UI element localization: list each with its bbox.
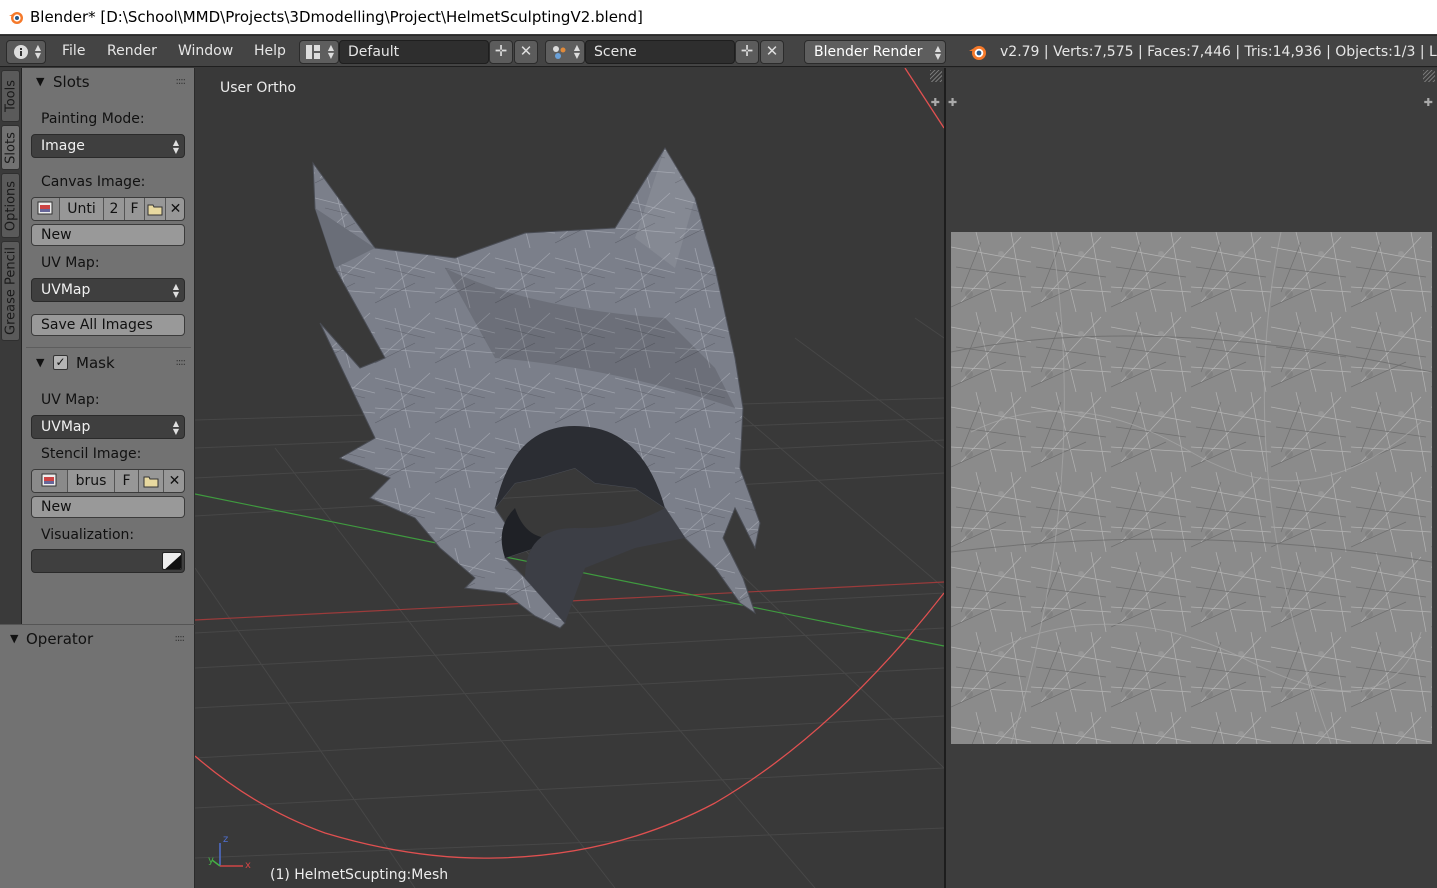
plus-expand-icon[interactable]: ✚ <box>948 96 957 109</box>
helmet-mesh[interactable] <box>312 147 761 629</box>
mask-panel-header[interactable]: ▼ ✓ Mask :::: <box>34 354 189 376</box>
open-image-icon[interactable] <box>139 470 164 492</box>
operator-panel: ▼ Operator :::: <box>0 624 195 888</box>
area-corner-grip-icon[interactable] <box>1423 70 1435 82</box>
updown-arrows-icon: ▲ ▼ <box>172 282 179 299</box>
screen-layout-name[interactable]: Default <box>339 40 489 64</box>
active-object-status: (1) HelmetScupting:Mesh <box>270 867 449 883</box>
canvas-image-selector[interactable]: Unti 2 F ✕ <box>31 197 185 221</box>
add-scene-icon[interactable]: ✛ <box>735 40 759 64</box>
texture-image[interactable] <box>951 232 1432 744</box>
window-titlebar: Blender* [D:\School\MMD\Projects\3Dmodel… <box>0 0 1437 34</box>
updown-arrows-icon: ▲ ▼ <box>172 138 179 155</box>
open-image-icon[interactable] <box>145 198 166 220</box>
canvas-new-button[interactable]: New <box>31 224 185 246</box>
axis-gizmo: z x y <box>208 834 251 871</box>
canvas-image-users[interactable]: 2 <box>104 198 125 220</box>
viewport-scene: z x y <box>195 68 944 888</box>
menu-file[interactable]: File <box>62 43 85 59</box>
drag-grip-icon[interactable]: :::: <box>176 76 187 87</box>
collapse-triangle-icon: ▼ <box>36 356 45 369</box>
axis-y-label: y <box>208 855 214 866</box>
uv-map-select[interactable]: UVMap ▲ ▼ <box>31 278 185 302</box>
slots-panel-header[interactable]: ▼ Slots :::: <box>34 73 189 95</box>
3d-viewport[interactable]: z x y User Ortho (1) HelmetScupting:Mesh… <box>195 68 944 888</box>
axis-z-label: z <box>223 834 228 845</box>
editor-type-button[interactable]: ▲ ▼ <box>6 40 46 64</box>
render-engine-label: Blender Render <box>814 44 923 60</box>
blender-logo-icon <box>9 12 23 24</box>
tool-shelf: ▼ Slots :::: Painting Mode: Image ▲ ▼ Can… <box>22 68 195 624</box>
visualization-label: Visualization: <box>41 527 135 543</box>
selection-circle <box>195 592 944 859</box>
mask-panel-title: Mask <box>76 354 115 372</box>
uv-map-label: UV Map: <box>41 255 100 271</box>
canvas-image-name[interactable]: Unti <box>60 198 104 220</box>
mask-uv-map-select[interactable]: UVMap ▲ ▼ <box>31 415 185 439</box>
uv-image-editor[interactable]: ✚ ✚ <box>946 68 1437 888</box>
painting-mode-select[interactable]: Image ▲ ▼ <box>31 134 185 158</box>
slots-panel-title: Slots <box>53 73 90 91</box>
unlink-image-icon[interactable]: ✕ <box>166 198 185 220</box>
menu-help[interactable]: Help <box>254 43 286 59</box>
info-header: ▲ ▼ File Render Window Help ▲ ▼ Default ✛ … <box>0 35 1437 67</box>
texture-scratches <box>951 232 1432 744</box>
stencil-new-button[interactable]: New <box>31 496 185 518</box>
updown-arrows-icon: ▲ ▼ <box>34 43 41 60</box>
collapse-triangle-icon: ▼ <box>36 75 45 88</box>
stencil-fake-user-button[interactable]: F <box>115 470 139 492</box>
mask-checkbox[interactable]: ✓ <box>53 355 68 370</box>
drag-grip-icon[interactable]: :::: <box>175 633 186 644</box>
unlink-image-icon[interactable]: ✕ <box>164 470 185 492</box>
view-mode-label: User Ortho <box>220 80 297 96</box>
panel-divider <box>26 347 191 348</box>
canvas-image-label: Canvas Image: <box>41 174 146 190</box>
plus-expand-icon[interactable]: ✚ <box>1424 96 1433 109</box>
add-layout-icon[interactable]: ✛ <box>489 40 513 64</box>
tab-options[interactable]: Options <box>1 173 20 238</box>
canvas-fake-user-button[interactable]: F <box>125 198 145 220</box>
stencil-image-name[interactable]: brus <box>68 470 115 492</box>
updown-arrows-icon: ▲ ▼ <box>327 43 334 60</box>
updown-arrows-icon: ▲ ▼ <box>934 44 941 61</box>
axis-x-label: x <box>245 860 251 871</box>
screen-layout-dropdown[interactable]: ▲ ▼ <box>299 40 339 64</box>
image-browse-icon[interactable] <box>32 198 60 220</box>
operator-panel-header[interactable]: ▼ Operator :::: <box>8 630 188 652</box>
drag-grip-icon[interactable]: :::: <box>176 357 187 368</box>
save-all-images-button[interactable]: Save All Images <box>31 314 185 336</box>
scene-icon <box>553 46 566 59</box>
operator-panel-title: Operator <box>26 630 94 648</box>
menu-window[interactable]: Window <box>178 43 233 59</box>
updown-arrows-icon: ▲ ▼ <box>573 43 580 60</box>
color-swatch-icon[interactable] <box>162 552 182 570</box>
layout-icon <box>306 45 320 59</box>
painting-mode-label: Painting Mode: <box>41 111 145 127</box>
stencil-image-selector[interactable]: brus F ✕ <box>31 469 185 493</box>
mask-uv-map-label: UV Map: <box>41 392 100 408</box>
remove-scene-icon[interactable]: ✕ <box>760 40 784 64</box>
updown-arrows-icon: ▲ ▼ <box>172 419 179 436</box>
scene-statistics: v2.79 | Verts:7,575 | Faces:7,446 | Tris… <box>1000 44 1437 60</box>
render-engine-dropdown[interactable]: Blender Render ▲ ▼ <box>804 40 946 64</box>
collapse-triangle-icon: ▼ <box>10 632 19 645</box>
tab-slots[interactable]: Slots <box>1 125 20 170</box>
remove-layout-icon[interactable]: ✕ <box>514 40 538 64</box>
tool-shelf-tabs: Tools Slots Options Grease Pencil <box>0 68 22 624</box>
scene-name[interactable]: Scene <box>585 40 735 64</box>
blender-logo-icon <box>969 46 986 60</box>
stencil-image-label: Stencil Image: <box>41 446 142 462</box>
visualization-color-field[interactable] <box>31 549 185 573</box>
window-title: Blender* [D:\School\MMD\Projects\3Dmodel… <box>30 8 643 26</box>
info-icon <box>14 45 28 59</box>
tab-tools[interactable]: Tools <box>1 70 20 122</box>
menu-render[interactable]: Render <box>107 43 157 59</box>
area-corner-grip-icon[interactable] <box>930 70 942 82</box>
scene-dropdown[interactable]: ▲ ▼ <box>545 40 585 64</box>
image-browse-icon[interactable] <box>32 470 68 492</box>
tab-grease-pencil[interactable]: Grease Pencil <box>1 241 20 341</box>
plus-expand-icon[interactable]: ✚ <box>931 96 940 109</box>
